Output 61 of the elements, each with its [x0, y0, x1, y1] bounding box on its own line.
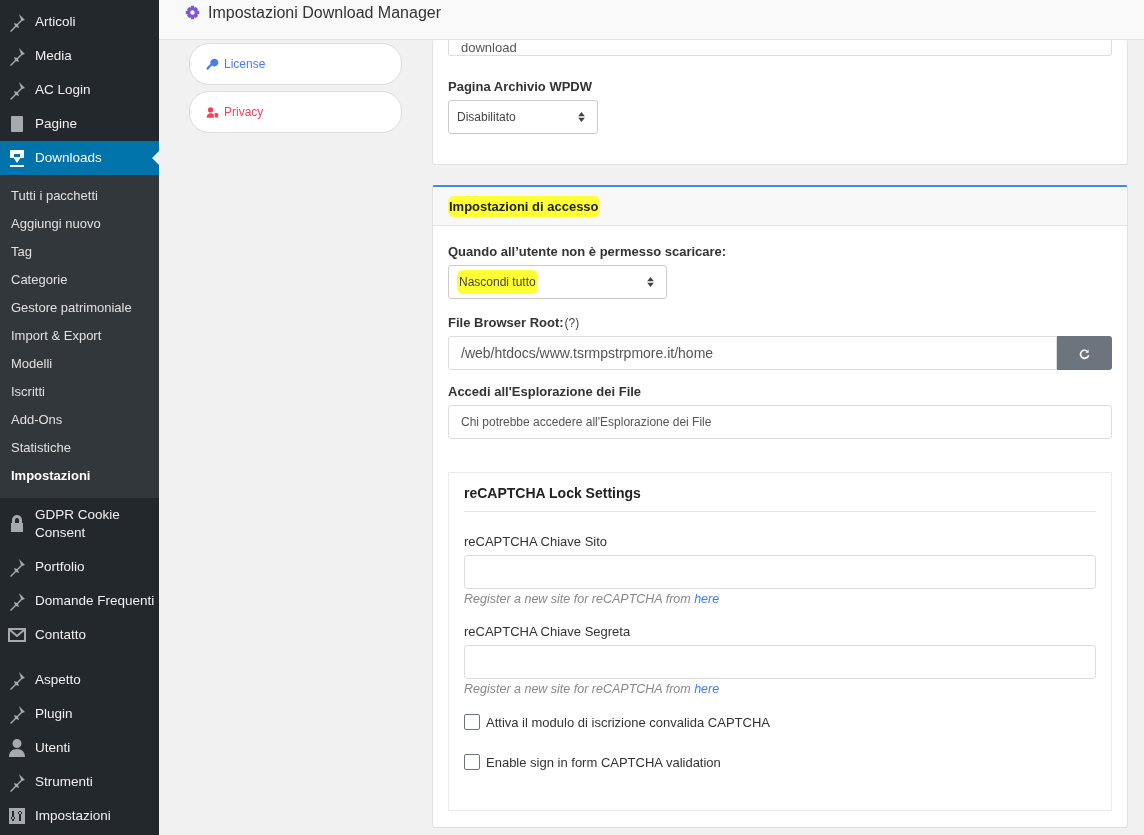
submenu-item[interactable]: Modelli [0, 350, 159, 378]
mail-icon [7, 625, 27, 645]
field-label: reCAPTCHA Chiave Segreta [464, 624, 632, 639]
sidebar-item[interactable]: Media [0, 39, 159, 73]
page-title: Impostazioni Download Manager [208, 4, 441, 22]
sidebar-item[interactable]: Articoli [0, 5, 159, 39]
sliders-icon [7, 806, 27, 826]
checkbox[interactable] [464, 754, 480, 770]
key-field[interactable] [464, 645, 1096, 679]
field-label: Quando all’utente non è permesso scaricare: [448, 244, 728, 259]
checkbox[interactable] [464, 714, 480, 730]
explorer-access-field[interactable]: Chi potrebbe accedere all'Esplorazione dei File [448, 405, 1112, 439]
sidebar-item[interactable]: Aspetto [0, 663, 159, 697]
checkbox-label: Attiva il modulo di iscrizione convalida CAPTCHA [486, 714, 770, 730]
sidebar-item[interactable]: Contatto [0, 618, 159, 652]
settings-icon [185, 5, 200, 20]
field-label: Pagina Archivio WPDW [448, 79, 593, 94]
sidebar-item[interactable]: Pagine [0, 107, 159, 141]
help-link[interactable]: (?) [564, 316, 580, 330]
root-path-field[interactable]: /web/htdocs/www.tsrmpstrpmore.it/home [448, 336, 1057, 370]
hint-text: Register a new site for reCAPTCHA from here [464, 682, 721, 696]
sidebar-item[interactable]: Utenti [0, 731, 159, 765]
user-icon [7, 738, 27, 758]
sidebar-item[interactable]: Domande Frequenti [0, 584, 159, 618]
submenu-item[interactable]: Tag [0, 238, 159, 266]
sidebar-item[interactable]: Strumenti [0, 765, 159, 799]
sidebar-item[interactable]: GDPR Cookie Consent [0, 498, 159, 550]
submenu-item[interactable]: Gestore patrimoniale [0, 294, 159, 322]
refresh-icon [1078, 346, 1091, 360]
sidebar-item[interactable]: AC Login [0, 73, 159, 107]
denied-action-select[interactable]: Nascondi tutto [448, 265, 667, 299]
card-title: reCAPTCHA Lock Settings [464, 485, 1096, 512]
sort-caret-icon [647, 277, 654, 287]
sidebar-item[interactable]: Impostazioni [0, 799, 159, 833]
sort-caret-icon [578, 112, 585, 122]
sidebar-item[interactable]: Plugin [0, 697, 159, 731]
checkbox-label: Enable sign in form CAPTCHA validation [486, 754, 721, 770]
submenu-item[interactable]: Statistiche [0, 434, 159, 462]
download-icon [7, 148, 27, 168]
archive-select[interactable]: Disabilitato [448, 100, 598, 134]
key-field[interactable] [464, 555, 1096, 589]
panel-title: Impostazioni di accesso [448, 195, 600, 217]
field-label: Accedi all'Esplorazione dei File [448, 384, 643, 399]
settings-tab[interactable]: Privacy [189, 91, 402, 133]
submenu-item[interactable]: Tutti i pacchetti [0, 182, 159, 210]
submenu-item[interactable]: Import & Export [0, 322, 159, 350]
sidebar-item[interactable]: Portfolio [0, 550, 159, 584]
slug-field[interactable]: download [448, 40, 1112, 56]
submenu-item[interactable]: Iscritti [0, 378, 159, 406]
here-link[interactable]: here [694, 592, 720, 606]
submenu-item[interactable]: Add-Ons [0, 406, 159, 434]
sidebar-item[interactable]: Downloads [0, 141, 159, 175]
submenu-item[interactable]: Categorie [0, 266, 159, 294]
here-link[interactable]: here [694, 682, 720, 696]
hint-text: Register a new site for reCAPTCHA from here [464, 592, 721, 606]
field-label: reCAPTCHA Chiave Sito [464, 534, 609, 549]
submenu-item[interactable]: Impostazioni [0, 462, 159, 490]
refresh-button[interactable] [1057, 336, 1112, 370]
field-label: File Browser Root: [448, 315, 564, 330]
submenu-item[interactable]: Aggiungi nuovo [0, 210, 159, 238]
settings-tab[interactable]: License [189, 43, 402, 85]
